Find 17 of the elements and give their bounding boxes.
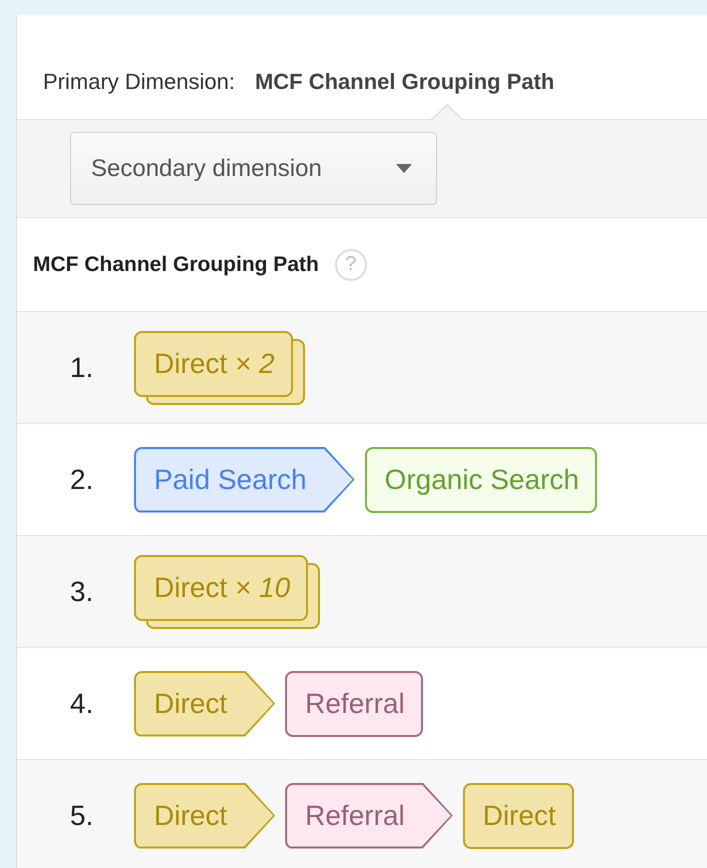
primary-dimension-value[interactable]: MCF Channel Grouping Path [254,69,554,95]
channel-chip: Paid Search [134,446,355,512]
column-header[interactable]: MCF Channel Grouping Path [33,252,319,276]
secondary-dimension-dropdown[interactable]: Secondary dimension [70,132,437,205]
channel-chip: Organic Search [364,446,598,512]
channel-chip: Direct [462,782,574,848]
row-number: 4. [70,688,94,720]
channel-chip: Referral [285,670,423,736]
row-number: 3. [70,576,94,608]
caret-icon [396,164,412,173]
channel-chip: Direct [134,670,276,736]
row-number: 2. [70,464,94,496]
channel-chip: Referral [285,782,453,848]
row-number: 1. [70,352,94,384]
row-number: 5. [70,800,94,832]
primary-dimension-label: Primary Dimension: [43,69,235,95]
channel-chip: Direct [134,782,276,848]
